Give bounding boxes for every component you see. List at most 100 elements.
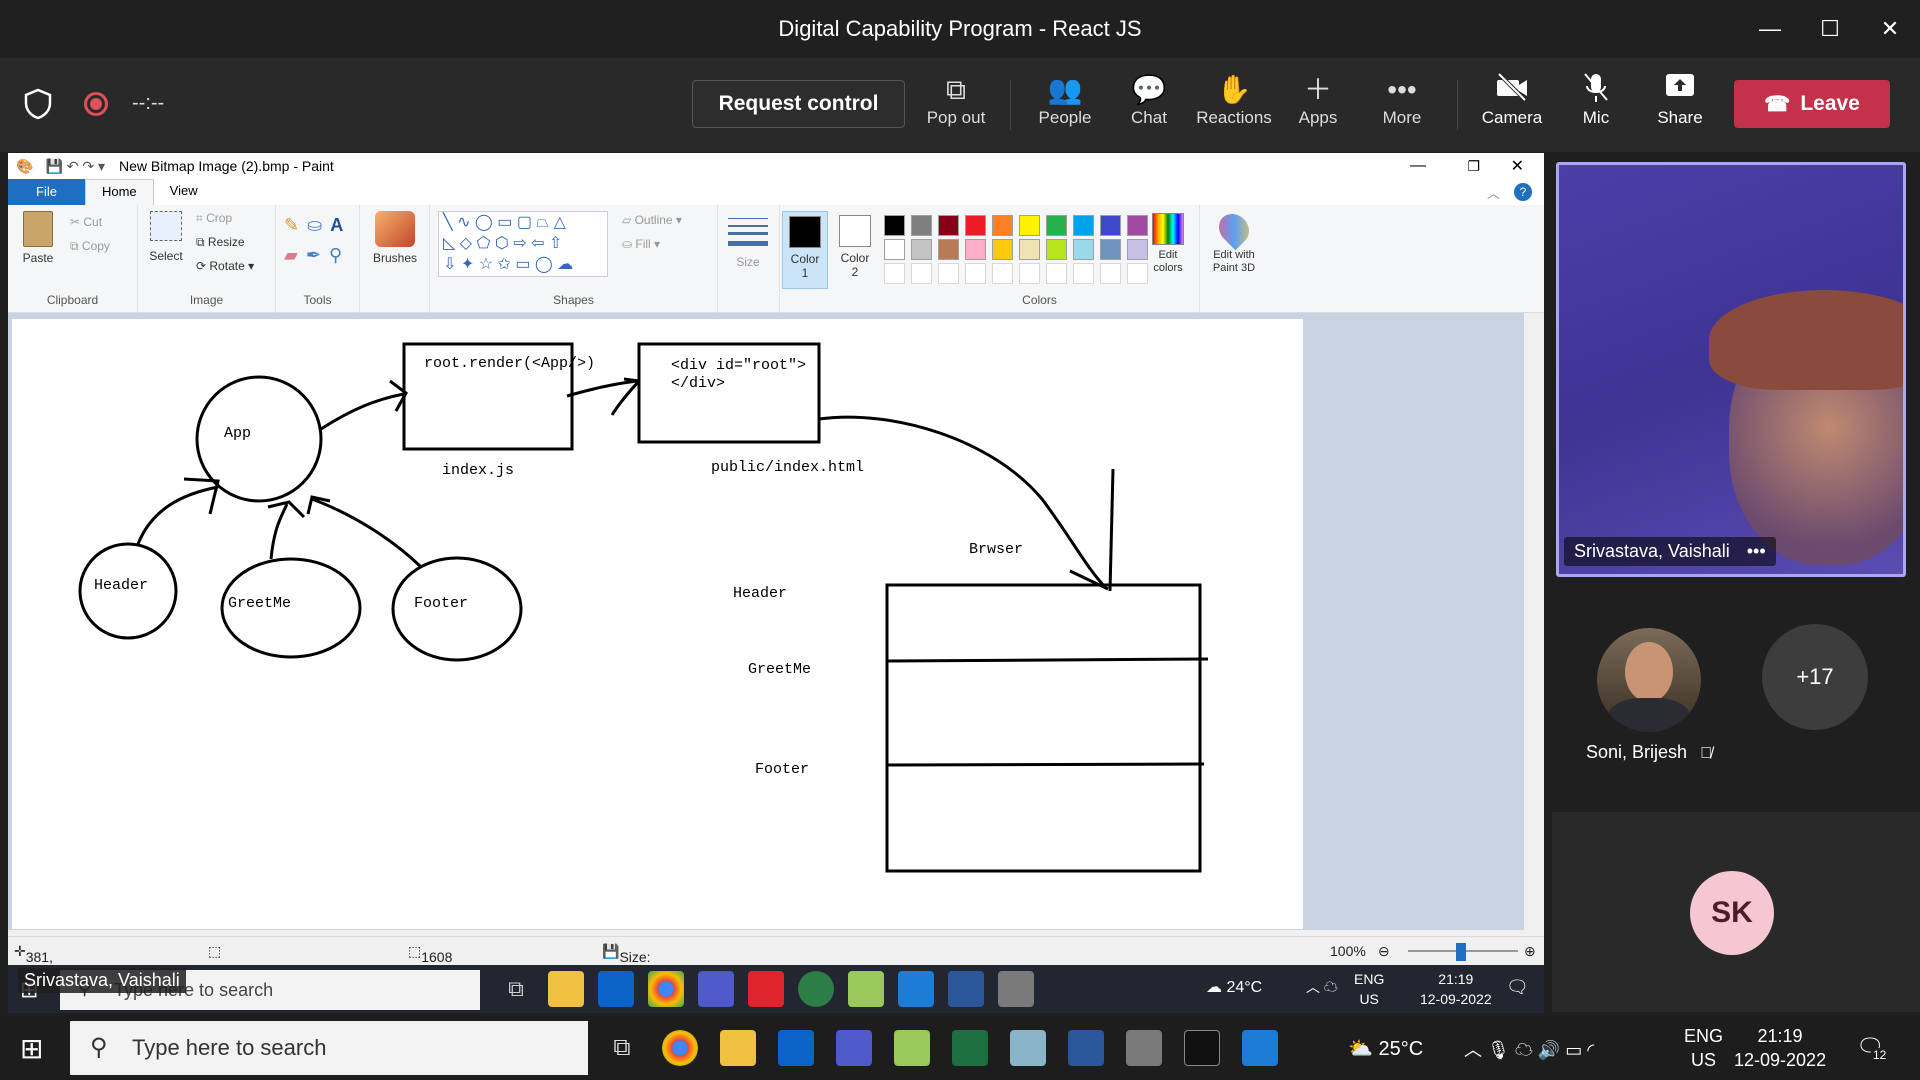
zoom-slider-thumb[interactable]: [1456, 943, 1466, 961]
palette-custom-swatch[interactable]: [1073, 263, 1094, 284]
soni-avatar[interactable]: [1597, 628, 1701, 732]
palette-custom-swatch[interactable]: [911, 263, 932, 284]
text-icon[interactable]: A: [330, 215, 351, 235]
palette-color-swatch[interactable]: [1100, 215, 1121, 236]
notepad-icon[interactable]: [1010, 1030, 1046, 1066]
palette-color-swatch[interactable]: [884, 215, 905, 236]
paint-minimize-button[interactable]: —: [1410, 157, 1426, 175]
palette-color-swatch[interactable]: [884, 239, 905, 260]
shapes-gallery[interactable]: ╲ ∿ ◯ ▭ ▢ ⏢ △ ◺ ◇ ⬠ ⬡ ⇨ ⇦ ⇧ ⇩ ✦ ☆ ✩ ▭ ◯ ☁: [438, 211, 608, 277]
edit-colors-button[interactable]: Edit colors: [1144, 213, 1192, 275]
palette-color-swatch[interactable]: [938, 215, 959, 236]
palette-color-swatch[interactable]: [965, 239, 986, 260]
help-icon[interactable]: ?: [1514, 183, 1532, 201]
palette-color-swatch[interactable]: [1100, 239, 1121, 260]
outline-button[interactable]: ▱ Outline ▾: [622, 213, 682, 227]
paint-restore-button[interactable]: ❐: [1467, 158, 1480, 175]
color-picker-icon[interactable]: ✒: [306, 245, 329, 265]
taskbar-search-box[interactable]: ⚲ Type here to search: [70, 1021, 588, 1075]
excel-icon[interactable]: [952, 1030, 988, 1066]
color-2-button[interactable]: Color 2: [832, 211, 878, 289]
palette-color-swatch[interactable]: [1073, 215, 1094, 236]
mic-button[interactable]: Mic: [1551, 72, 1641, 142]
drawing-canvas[interactable]: App Header GreetMe Footer root.render(<A…: [12, 319, 1303, 929]
mic-label: Mic: [1582, 108, 1610, 127]
maximize-button[interactable]: ☐: [1800, 0, 1860, 58]
more-options-icon[interactable]: •••: [1747, 541, 1766, 561]
edit-with-paint3d-button[interactable]: Edit with Paint 3D: [1206, 207, 1262, 275]
palette-custom-swatch[interactable]: [938, 263, 959, 284]
palette-color-swatch[interactable]: [1019, 239, 1040, 260]
tab-home[interactable]: Home: [84, 179, 154, 205]
palette-color-swatch[interactable]: [992, 215, 1013, 236]
tray-icons[interactable]: ︿ 🎙 ☁ 🔊 ▭ ◜: [1464, 1036, 1594, 1062]
chrome-icon[interactable]: [662, 1030, 698, 1066]
share-button[interactable]: Share: [1635, 72, 1725, 142]
apps-button[interactable]: ＋ Apps: [1273, 72, 1363, 142]
cut-button[interactable]: ✂ Cut: [70, 215, 102, 229]
terminal-icon[interactable]: [1184, 1030, 1220, 1066]
eraser-icon[interactable]: ▰: [284, 245, 306, 265]
copy-button[interactable]: ⧉ Copy: [70, 239, 110, 254]
taskbar-language[interactable]: ENG US: [1684, 1024, 1723, 1072]
fill-icon[interactable]: ⛀: [307, 215, 330, 235]
chat-button[interactable]: 💬 Chat: [1104, 72, 1194, 142]
palette-color-swatch[interactable]: [911, 239, 932, 260]
sheets-icon[interactable]: [894, 1030, 930, 1066]
notification-center-button[interactable]: 🗨 12: [1856, 1034, 1890, 1062]
palette-custom-swatch[interactable]: [965, 263, 986, 284]
zoom-in-icon[interactable]: ⊕: [1524, 943, 1536, 960]
palette-custom-swatch[interactable]: [1100, 263, 1121, 284]
reactions-button[interactable]: ✋ Reactions: [1189, 72, 1279, 142]
minimize-button[interactable]: —: [1740, 0, 1800, 58]
vertical-scrollbar[interactable]: [1524, 313, 1544, 930]
palette-color-swatch[interactable]: [911, 215, 932, 236]
palette-custom-swatch[interactable]: [992, 263, 1013, 284]
outlook-icon[interactable]: [778, 1030, 814, 1066]
paint-close-button[interactable]: ✕: [1511, 156, 1524, 176]
windows-start-button[interactable]: ⊞: [20, 1032, 43, 1065]
color-1-button[interactable]: Color 1: [782, 211, 828, 289]
camera-button[interactable]: Camera: [1467, 72, 1557, 142]
task-view-icon[interactable]: ⧉: [604, 1030, 640, 1066]
pop-out-button[interactable]: ⧉ Pop out: [911, 72, 1001, 142]
close-button[interactable]: ✕: [1860, 0, 1920, 58]
collapse-ribbon-icon[interactable]: ︿: [1487, 183, 1500, 202]
palette-color-swatch[interactable]: [1046, 239, 1067, 260]
palette-color-swatch[interactable]: [938, 239, 959, 260]
palette-color-swatch[interactable]: [1046, 215, 1067, 236]
vscode-icon[interactable]: [1242, 1030, 1278, 1066]
palette-custom-swatch[interactable]: [1046, 263, 1067, 284]
magnifier-icon[interactable]: ⚲: [329, 245, 350, 265]
palette-color-swatch[interactable]: [1019, 215, 1040, 236]
brushes-button[interactable]: Brushes: [370, 211, 420, 265]
pencil-icon[interactable]: ✎: [284, 215, 307, 235]
palette-color-swatch[interactable]: [965, 215, 986, 236]
weather-widget[interactable]: ⛅ 25°C: [1348, 1036, 1423, 1061]
presenter-video[interactable]: [1556, 162, 1906, 577]
palette-custom-swatch[interactable]: [884, 263, 905, 284]
tab-file[interactable]: File: [8, 179, 85, 205]
palette-custom-swatch[interactable]: [1019, 263, 1040, 284]
rotate-button[interactable]: ⟳ Rotate ▾: [196, 259, 254, 273]
request-control-button[interactable]: Request control: [692, 80, 905, 128]
people-button[interactable]: 👥 People: [1020, 72, 1110, 142]
teams-icon[interactable]: [836, 1030, 872, 1066]
resize-button[interactable]: ⧉ Resize: [196, 235, 245, 250]
size-button[interactable]: Size: [728, 215, 768, 269]
more-participants-button[interactable]: +17: [1762, 624, 1868, 730]
palette-color-swatch[interactable]: [1073, 239, 1094, 260]
leave-button[interactable]: ☎ Leave: [1734, 80, 1890, 128]
taskbar-clock[interactable]: 21:19 12-09-2022: [1734, 1024, 1826, 1072]
crop-button[interactable]: ⌗ Crop: [196, 211, 232, 226]
more-button[interactable]: ••• More: [1357, 72, 1447, 142]
file-explorer-icon[interactable]: [720, 1030, 756, 1066]
paste-button[interactable]: Paste: [20, 211, 56, 265]
word-icon[interactable]: [1068, 1030, 1104, 1066]
palette-color-swatch[interactable]: [992, 239, 1013, 260]
tab-view[interactable]: View: [154, 179, 214, 205]
paint-taskbar-icon[interactable]: [1126, 1030, 1162, 1066]
select-button[interactable]: Select: [148, 211, 184, 263]
zoom-out-icon[interactable]: ⊖: [1378, 943, 1390, 960]
fill-button[interactable]: ⛀ Fill ▾: [622, 237, 660, 251]
